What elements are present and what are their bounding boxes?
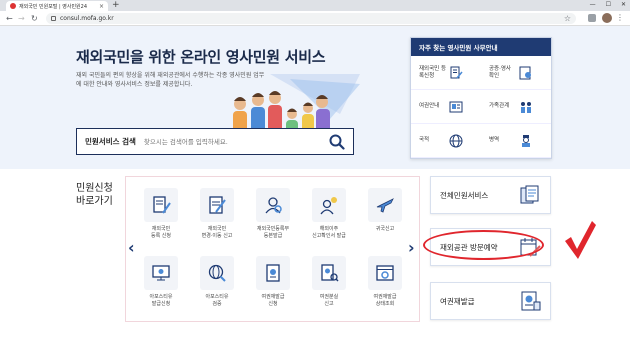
url-field[interactable]: consul.mofa.go.kr — [46, 13, 576, 24]
browser-tab-bar: 재외국민 민원포털 | 영사민원24 × + — ☐ ✕ — [0, 0, 630, 11]
reload-icon[interactable]: ↻ — [31, 13, 38, 24]
shortcut-emigration[interactable]: 해외이주 신고확인서 발급 — [306, 188, 352, 240]
quick-item-nationality[interactable]: 국적 — [411, 124, 481, 158]
quick-item-label: 국적 — [419, 137, 430, 143]
browser-menu-icon[interactable]: ⋮ — [616, 12, 624, 24]
quick-item-label: 재외국민 등록신청 — [419, 65, 447, 79]
frequent-services-panel: 자주 찾는 영사민원 사무안내 재외국민 등록신청 공증·영사 확인 여권안내 … — [410, 37, 552, 159]
red-checkmark-icon — [565, 221, 596, 259]
family-icon — [521, 101, 531, 113]
passport-icon — [521, 291, 541, 311]
passport-reissue-card[interactable]: 여권재발급 — [430, 282, 551, 320]
document-pen-icon — [450, 66, 463, 78]
person-search-icon — [265, 197, 282, 214]
quick-item-notarization[interactable]: 공증·영사 확인 — [481, 56, 551, 90]
page-content: 재외국민을 위한 온라인 영사민원 서비스 재외 국민들의 편의 향상을 위해 … — [0, 26, 630, 338]
site-favicon-icon — [10, 3, 16, 9]
shortcut-label: 여권재발급 상태조회 — [373, 294, 397, 307]
passport-icon — [449, 101, 463, 112]
window-controls: — ☐ ✕ — [590, 0, 626, 10]
minimize-button[interactable]: — — [590, 0, 596, 10]
shortcut-label: 재외국민 등록 신청 — [151, 226, 171, 239]
browser-icon — [376, 265, 394, 281]
quick-item-military[interactable]: 병역 — [481, 124, 551, 158]
quick-item-label: 병역 — [489, 137, 500, 143]
shortcut-label: 아포스티유 발급신청 — [149, 294, 173, 307]
close-window-button[interactable]: ✕ — [621, 0, 626, 10]
shortcut-passport-reissue[interactable]: 여권재발급 신청 — [250, 256, 296, 308]
quick-item-family[interactable]: 가족관계 — [481, 90, 551, 124]
address-bar: ← → ↻ consul.mofa.go.kr ☆ ⋮ — [0, 11, 630, 26]
shortcut-registration[interactable]: 재외국민 등록 신청 — [138, 188, 184, 240]
forward-arrow-icon[interactable]: → — [18, 13, 25, 24]
quick-item-label: 여권안내 — [419, 103, 440, 109]
calendar-pen-icon — [520, 238, 541, 257]
prev-arrow-icon[interactable]: ‹ — [128, 240, 135, 256]
new-tab-button[interactable]: + — [112, 0, 120, 11]
shortcut-label: 재외국민등록부 등본발급 — [256, 226, 290, 239]
shortcut-label: 재외국민 변경·이동 신고 — [201, 226, 233, 239]
shortcut-apostille-verify[interactable]: 아포스티유 검증 — [194, 256, 240, 308]
documents-icon — [520, 185, 539, 204]
airplane-icon — [376, 198, 394, 213]
quick-item-registration[interactable]: 재외국민 등록신청 — [411, 56, 481, 90]
search-label: 민원서비스 검색 — [85, 137, 136, 146]
all-services-card[interactable]: 전체민원서비스 — [430, 176, 551, 214]
shortcut-title-line: 바로가기 — [76, 196, 113, 207]
edit-document-icon — [209, 196, 226, 214]
maximize-button[interactable]: ☐ — [606, 0, 611, 10]
document-pen-icon — [153, 196, 171, 214]
monitor-icon — [152, 265, 170, 281]
lock-icon — [51, 16, 56, 21]
tab-close-icon[interactable]: × — [99, 3, 104, 10]
back-arrow-icon[interactable]: ← — [6, 13, 13, 24]
shortcut-label: 여권분실 신고 — [319, 294, 339, 307]
service-card-label: 전체민원서비스 — [440, 190, 489, 200]
shortcut-change-report[interactable]: 재외국민 변경·이동 신고 — [194, 188, 240, 240]
next-arrow-icon[interactable]: › — [408, 240, 415, 256]
search-input[interactable] — [143, 137, 324, 146]
passport-icon — [266, 264, 280, 282]
shortcut-label: 아포스티유 검증 — [205, 294, 229, 307]
hero-title: 재외국민을 위한 온라인 영사민원 서비스 — [76, 48, 326, 66]
quick-item-label: 가족관계 — [489, 103, 510, 109]
shortcut-passport-status[interactable]: 여권재발급 상태조회 — [362, 256, 408, 308]
shortcut-passport-lost[interactable]: 여권분실 신고 — [306, 256, 352, 308]
quick-item-label: 공증·영사 확인 — [489, 65, 511, 79]
service-card-label: 여권재발급 — [440, 296, 475, 306]
shortcut-label: 여권재발급 신청 — [261, 294, 285, 307]
browser-tab[interactable]: 재외국민 민원포털 | 영사민원24 × — [6, 1, 108, 11]
shortcut-apostille-apply[interactable]: 아포스티유 발급신청 — [138, 256, 184, 308]
shortcut-register-copy[interactable]: 재외국민등록부 등본발급 — [250, 188, 296, 240]
soldier-icon — [522, 134, 530, 147]
passport-search-icon — [321, 264, 339, 282]
extension-icon[interactable] — [588, 14, 596, 22]
hero-section: 재외국민을 위한 온라인 영사민원 서비스 재외 국민들의 편의 향상을 위해 … — [0, 26, 630, 169]
tab-title: 재외국민 민원포털 | 영사민원24 — [19, 3, 88, 10]
stamp-icon — [519, 66, 531, 79]
shortcut-section-title: 민원신청 바로가기 — [76, 182, 113, 208]
search-icon[interactable] — [329, 134, 345, 150]
shortcut-label: 귀국신고 — [375, 226, 395, 232]
shortcut-label: 해외이주 신고확인서 발급 — [312, 226, 346, 239]
frequent-services-title: 자주 찾는 영사민원 사무안내 — [411, 38, 551, 56]
shortcut-title-line: 민원신청 — [76, 183, 113, 194]
service-search-box: 민원서비스 검색 — [76, 128, 354, 155]
globe-search-icon — [208, 264, 226, 282]
globe-icon — [449, 134, 463, 147]
shortcut-return[interactable]: 귀국신고 — [362, 188, 408, 233]
embassy-visit-reservation-card[interactable]: 재외공관 방문예약 — [430, 228, 551, 266]
profile-avatar[interactable] — [602, 13, 612, 23]
url-text: consul.mofa.go.kr — [60, 15, 114, 22]
service-card-label: 재외공관 방문예약 — [440, 242, 498, 252]
idea-person-icon — [320, 197, 337, 215]
quick-item-passport[interactable]: 여권안내 — [411, 90, 481, 124]
bookmark-star-icon[interactable]: ☆ — [564, 13, 571, 24]
